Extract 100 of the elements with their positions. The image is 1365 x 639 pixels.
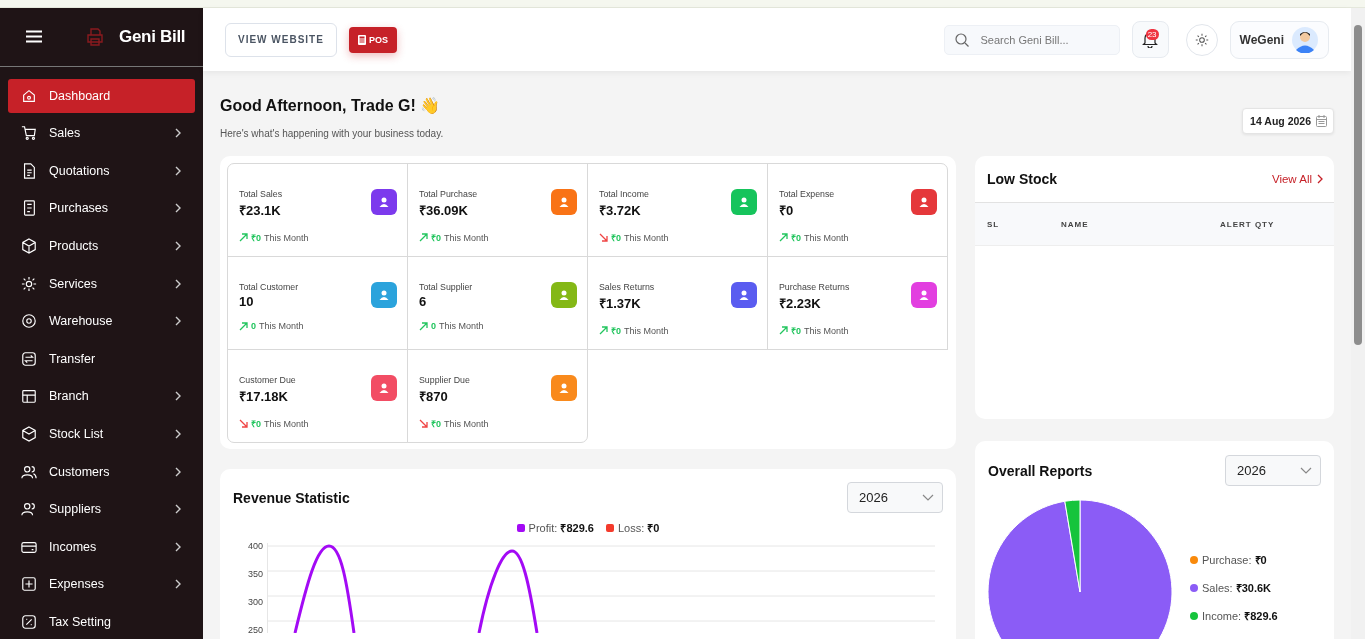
stat-label: Total Income — [599, 189, 650, 199]
stat-change: ₹0 — [431, 232, 441, 244]
nav-icon — [21, 125, 37, 142]
greeting-subtitle: Here's what's happening with your business today. — [220, 128, 444, 139]
sidebar-item[interactable]: Suppliers — [8, 492, 195, 527]
nav-icon — [21, 162, 37, 179]
card-title: Low Stock — [987, 171, 1057, 187]
stat-change: 0 — [251, 321, 256, 331]
stat-value: ₹17.18K — [239, 388, 289, 405]
nav-icon — [21, 426, 37, 443]
printer-icon — [86, 27, 104, 46]
sidebar-item[interactable]: Purchases — [8, 191, 195, 226]
sidebar-item[interactable]: Tax Setting — [8, 605, 195, 639]
stat-change: ₹0 — [611, 325, 621, 337]
legend-label: Profit: ₹829.6 — [528, 521, 594, 535]
stat-value: ₹36.09K — [419, 202, 469, 219]
menu-icon[interactable] — [26, 30, 42, 44]
stat-period: This Month — [804, 325, 849, 336]
stat-period: This Month — [624, 325, 669, 336]
sidebar-item[interactable]: Expenses — [8, 567, 195, 602]
pos-button[interactable]: POS — [348, 26, 397, 53]
stat-change: ₹0 — [431, 418, 441, 430]
stat-value: ₹1.37K — [599, 295, 642, 312]
stat-label: Total Supplier — [419, 282, 474, 292]
card-title: Revenue Statistic — [233, 489, 350, 506]
stat-value: ₹23.1K — [239, 202, 282, 219]
stat-period: This Month — [264, 418, 309, 429]
stat-period: This Month — [259, 321, 304, 331]
axis-label: 350 — [246, 571, 263, 581]
stat-label: Total Purchase — [419, 189, 479, 199]
stat-label: Supplier Due — [419, 375, 471, 385]
column-header: SL — [987, 219, 1001, 229]
greeting-title: Good Afternoon, Trade G! 👋 — [220, 96, 442, 115]
chevron-down-icon — [922, 494, 934, 501]
date-picker[interactable]: 14 Aug 2026 — [1242, 108, 1334, 134]
sidebar-item[interactable]: Products — [8, 229, 195, 264]
stat-label: Total Sales — [239, 189, 284, 199]
notification-button[interactable]: 23 — [1131, 21, 1169, 58]
sidebar-item[interactable]: Services — [8, 266, 195, 301]
stat-period: This Month — [264, 232, 309, 243]
view-all-link[interactable]: View All — [1271, 173, 1323, 185]
sidebar-item[interactable]: Warehouse — [8, 304, 195, 339]
chevron-down-icon — [1300, 467, 1312, 474]
search-field[interactable]: Search Geni Bill... — [943, 24, 1120, 55]
sidebar-item[interactable]: Incomes — [8, 529, 195, 564]
nav-icon — [21, 501, 37, 518]
nav-icon — [21, 350, 37, 367]
nav-icon — [21, 238, 37, 255]
sidebar-item[interactable]: Customers — [8, 454, 195, 489]
sidebar-item[interactable]: Quotations — [8, 153, 195, 188]
legend-label: Income: ₹829.6 — [1202, 609, 1278, 623]
brand-name: Geni Bill — [119, 26, 186, 47]
stat-change: ₹0 — [251, 232, 261, 244]
settings-icon — [1194, 32, 1209, 47]
nav-icon — [21, 463, 37, 480]
stat-value: 6 — [419, 294, 428, 309]
stat-label: Purchase Returns — [779, 282, 851, 292]
sidebar-item[interactable]: Transfer — [8, 341, 195, 376]
avatar-icon — [1292, 26, 1318, 53]
stat-change: ₹0 — [251, 418, 261, 430]
stat-period: This Month — [444, 232, 489, 243]
scrollbar[interactable] — [1351, 8, 1365, 639]
user-menu[interactable]: WeGeni — [1229, 20, 1329, 59]
column-header: NAME — [1061, 219, 1090, 229]
stat-change: ₹0 — [791, 325, 801, 337]
stat-change: ₹0 — [791, 232, 801, 244]
stat-period: This Month — [439, 321, 484, 331]
stat-value: ₹2.23K — [779, 295, 822, 312]
year-select[interactable]: 2026 — [847, 482, 943, 513]
view-website-button[interactable]: VIEW WEBSITE — [225, 22, 337, 57]
card-title: Overall Reports — [988, 462, 1093, 479]
stat-value: ₹0 — [779, 202, 795, 219]
nav-icon — [21, 87, 37, 104]
stat-label: Total Customer — [239, 282, 300, 292]
chevron-right-icon — [1317, 174, 1323, 184]
nav-icon — [21, 313, 37, 330]
nav-icon — [21, 275, 37, 292]
settings-button[interactable] — [1185, 23, 1218, 56]
stat-period: This Month — [804, 232, 849, 243]
axis-label: 400 — [246, 543, 263, 553]
stat-change: 0 — [431, 321, 436, 331]
stat-label: Customer Due — [239, 375, 297, 385]
stat-value: 10 — [239, 294, 255, 309]
nav-icon — [21, 614, 37, 630]
axis-label: 300 — [246, 599, 263, 609]
legend-label: Purchase: ₹0 — [1202, 553, 1267, 567]
sidebar-item[interactable]: Dashboard — [8, 78, 195, 113]
sidebar-item[interactable]: Sales — [8, 116, 195, 151]
nav-icon — [21, 200, 37, 217]
legend-label: Loss: ₹0 — [617, 521, 660, 535]
sidebar-item[interactable]: Branch — [8, 379, 195, 414]
calendar-icon — [1316, 115, 1327, 127]
search-icon — [954, 32, 969, 47]
stat-change: ₹0 — [611, 232, 621, 244]
stat-period: This Month — [444, 418, 489, 429]
axis-label: 250 — [246, 627, 263, 637]
stat-label: Sales Returns — [599, 282, 656, 292]
stat-label: Total Expense — [779, 189, 836, 199]
year-select[interactable]: 2026 — [1225, 455, 1321, 486]
sidebar-item[interactable]: Stock List — [8, 417, 195, 452]
